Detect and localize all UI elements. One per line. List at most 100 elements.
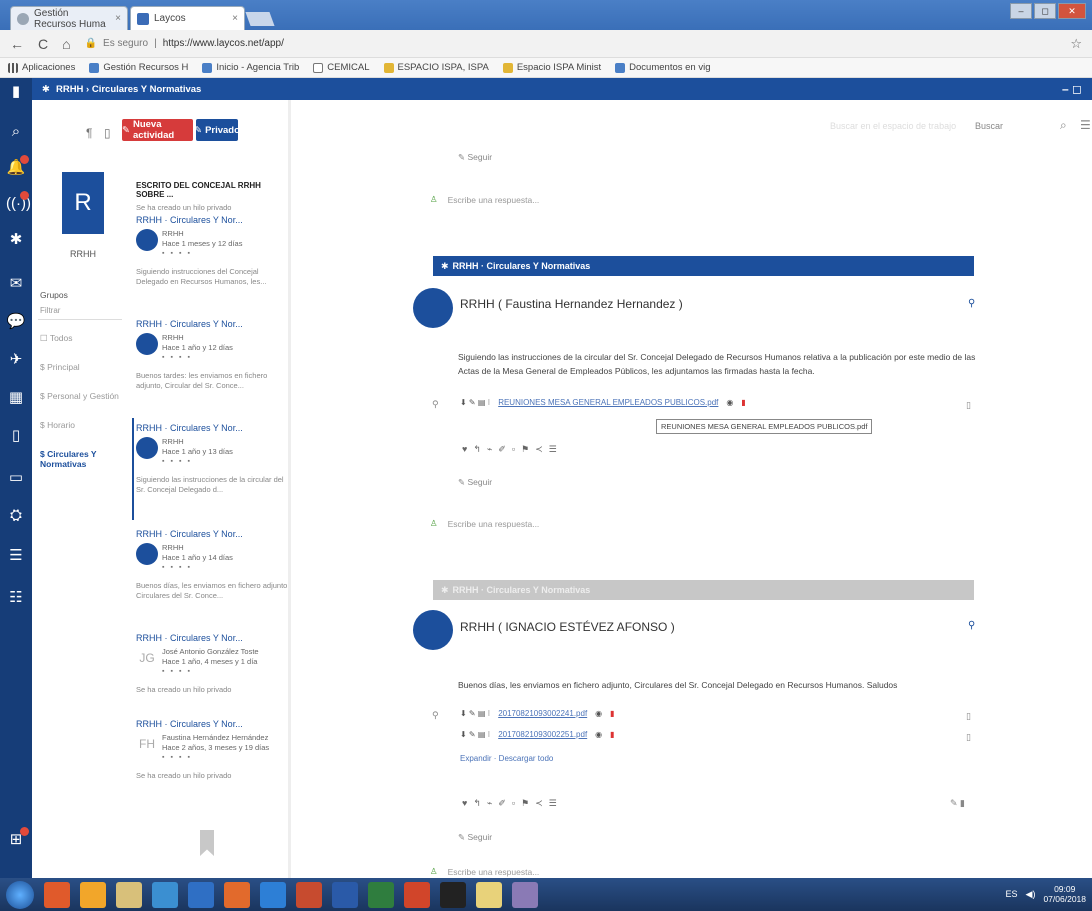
post-author[interactable]: RRHH ( IGNACIO ESTÉVEZ AFONSO )	[460, 620, 675, 634]
post-group-header[interactable]: ✱ RRHH · Circulares Y Normativas	[433, 256, 974, 276]
search-input[interactable]: Buscar en el espacio de trabajo	[830, 121, 960, 131]
volume-icon[interactable]: ◀)	[1026, 889, 1036, 900]
view-icon[interactable]: ◉	[726, 398, 733, 407]
file-icon[interactable]: ▯	[6, 426, 26, 446]
folder-icon[interactable]	[116, 881, 142, 908]
post-action-icons[interactable]: ♥↰⌁✐▫⚑≺☰	[462, 798, 563, 809]
bell-icon[interactable]: 🔔	[6, 155, 29, 178]
bookmark-gestion[interactable]: Gestión Recursos H	[89, 62, 188, 73]
window-controls[interactable]: – ◻	[1062, 82, 1082, 96]
pin-icon[interactable]: ⚲	[968, 620, 975, 631]
reply-input[interactable]: Escribe una respuesta...	[448, 195, 540, 205]
pin-icon[interactable]: ⚲	[968, 298, 975, 309]
workgroup-icon[interactable]: ✱	[6, 230, 26, 250]
minimize-button[interactable]: –	[1010, 3, 1032, 19]
list-item[interactable]: RRHH · Circulares Y Nor... RRHH Hace 1 me…	[136, 215, 288, 287]
follow-link[interactable]: ✎ Seguir	[458, 477, 492, 488]
maximize-button[interactable]: ◻	[1034, 3, 1056, 19]
taskbar-app-icon[interactable]	[512, 881, 538, 908]
reply-input[interactable]: Escribe una respuesta...	[448, 867, 540, 877]
home-button[interactable]: ⌂	[62, 36, 70, 52]
language-indicator[interactable]: ES	[1006, 889, 1018, 899]
bookmark-documentos[interactable]: Documentos en vig	[615, 62, 710, 73]
list-item[interactable]: RRHH · Circulares Y Nor... JG José Anton…	[136, 633, 288, 695]
menu-icon[interactable]: ☰	[1080, 118, 1091, 132]
ie-icon[interactable]	[260, 881, 286, 908]
expand-download-links[interactable]: Expandir · Descargar todo	[460, 754, 553, 763]
attachment-link[interactable]: 20170821093002241.pdf	[498, 709, 587, 718]
list-item[interactable]: RRHH · Circulares Y Nor... FH Faustina H…	[136, 719, 288, 781]
group-personal[interactable]: $ Personal y Gestión	[40, 391, 119, 401]
app-logo-icon[interactable]: ▮	[6, 82, 26, 102]
inbox-icon[interactable]: ▭	[6, 468, 26, 488]
bookmark-cemical[interactable]: CEMICAL	[313, 62, 370, 73]
search-button[interactable]: Buscar	[975, 121, 1003, 131]
bookmark-agencia[interactable]: Inicio - Agencia Trib	[202, 62, 299, 73]
tab-gestion-recursos[interactable]: Gestión Recursos Huma ×	[10, 6, 128, 30]
back-button[interactable]: ←	[10, 36, 24, 52]
taskbar-app-icon[interactable]	[44, 881, 70, 908]
gift-icon[interactable]: ⛭	[6, 506, 26, 526]
taskbar-app-icon[interactable]	[224, 881, 250, 908]
group-filter-input[interactable]: Filtrar	[38, 306, 122, 320]
group-principal[interactable]: $ Principal	[40, 362, 80, 372]
group-horario[interactable]: $ Horario	[40, 420, 75, 430]
pin-icon[interactable]: ✈	[6, 350, 26, 370]
search-icon[interactable]: ⌕	[6, 122, 26, 142]
view-icon[interactable]: ◉	[595, 709, 602, 718]
list-item[interactable]: RRHH · Circulares Y Nor... RRHH Hace 1 añ…	[136, 529, 288, 601]
apps-grid-icon[interactable]: ⊞	[6, 827, 29, 850]
new-activity-button[interactable]: ✎ Nueva actividad	[122, 119, 193, 141]
bookmark-espacio-ispa-minist[interactable]: Espacio ISPA Minist	[502, 62, 601, 73]
bookmark-espacio-ispa[interactable]: ESPACIO ISPA, ISPA	[383, 62, 489, 73]
bookmark-aplicaciones[interactable]: Aplicaciones	[8, 62, 75, 73]
close-window-button[interactable]: ✕	[1058, 3, 1086, 19]
reload-button[interactable]: C	[38, 36, 48, 52]
close-tab-icon[interactable]: ×	[232, 13, 238, 24]
download-icons[interactable]: ⬇ ✎ ▤ ⁝	[460, 398, 490, 407]
group-todos[interactable]: ☐ Todos	[40, 333, 73, 344]
bookmark-star-icon[interactable]: ☆	[1070, 36, 1082, 52]
view-icon[interactable]: ◉	[595, 730, 602, 739]
list-item[interactable]: ESCRITO DEL CONCEJAL RRHH SOBRE ... Se h…	[136, 181, 288, 213]
taskbar-app-icon[interactable]	[440, 881, 466, 908]
edit-delete-icons[interactable]: ✎ ▮	[950, 798, 965, 809]
attachment-link[interactable]: REUNIONES MESA GENERAL EMPLEADOS PUBLICO…	[498, 398, 718, 407]
chat-icon[interactable]: 💬	[6, 312, 26, 332]
doc-icon[interactable]: ▯	[966, 711, 971, 722]
start-button[interactable]	[6, 880, 34, 909]
notes-icon[interactable]: ☷	[6, 588, 26, 608]
url-field[interactable]: 🔒 Es seguro | https://www.laycos.net/app…	[85, 38, 284, 49]
new-tab-button[interactable]	[245, 12, 275, 26]
powerpoint-icon[interactable]	[404, 881, 430, 908]
doc-icon[interactable]: ▯	[966, 732, 971, 743]
download-icons[interactable]: ⬇ ✎ ▤ ⁝	[460, 709, 490, 718]
group-circulares[interactable]: $ Circulares Y Normativas	[40, 449, 100, 469]
user-avatar[interactable]: R	[62, 172, 104, 234]
download-icons[interactable]: ⬇ ✎ ▤ ⁝	[460, 730, 490, 739]
post-action-icons[interactable]: ♥↰⌁✐▫⚑≺☰	[462, 444, 563, 455]
follow-link[interactable]: ✎ Seguir	[458, 832, 492, 843]
taskbar-app-icon[interactable]	[296, 881, 322, 908]
list-item[interactable]: RRHH · Circulares Y Nor... RRHH Hace 1 añ…	[136, 423, 288, 495]
list-item[interactable]: RRHH · Circulares Y Nor... RRHH Hace 1 añ…	[136, 319, 288, 391]
follow-link[interactable]: ✎ Seguir	[458, 152, 492, 163]
tab-laycos[interactable]: Laycos ×	[130, 6, 245, 30]
calendar-icon[interactable]: ▦	[6, 388, 26, 408]
excel-icon[interactable]	[368, 881, 394, 908]
doc-icon[interactable]: ▯	[104, 126, 111, 140]
post-author[interactable]: RRHH ( Faustina Hernandez Hernandez )	[460, 297, 683, 311]
broadcast-icon[interactable]: ((·))	[6, 191, 31, 214]
taskbar-app-icon[interactable]	[188, 881, 214, 908]
paragraph-icon[interactable]: ¶	[86, 126, 92, 140]
chrome-icon[interactable]	[152, 881, 178, 908]
close-tab-icon[interactable]: ×	[115, 13, 121, 24]
search-icon[interactable]: ⌕	[1060, 118, 1067, 133]
post-group-header[interactable]: ✱ RRHH · Circulares Y Normativas	[433, 580, 974, 600]
word-icon[interactable]	[332, 881, 358, 908]
list-icon[interactable]: ☰	[6, 546, 26, 566]
clock[interactable]: 09:09 07/06/2018	[1043, 884, 1086, 904]
private-button[interactable]: ✎ Privado	[194, 119, 240, 141]
reply-input[interactable]: Escribe una respuesta...	[448, 519, 540, 529]
attachment-link[interactable]: 20170821093002251.pdf	[498, 730, 587, 739]
